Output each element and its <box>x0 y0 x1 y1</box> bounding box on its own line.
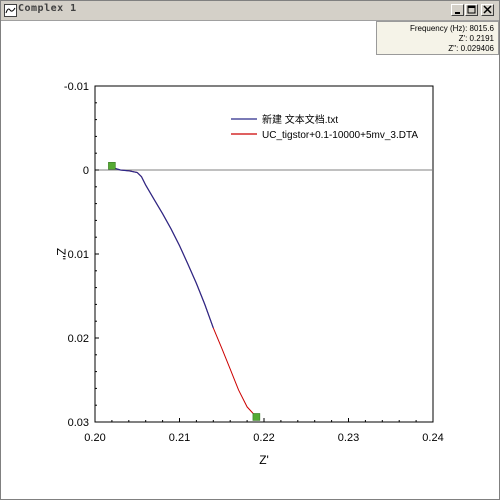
y-tick-label: 0.02 <box>68 333 89 345</box>
x-tick-label: 0.20 <box>84 432 105 444</box>
y-tick-label: 0 <box>83 165 89 177</box>
y-tick-label: 0.03 <box>68 417 89 429</box>
y-axis-label: Z'' <box>54 248 68 260</box>
legend-label-1: 新建 文本文档.txt <box>262 113 338 126</box>
x-axis-label: Z' <box>259 453 269 467</box>
y-tick-label: 0.01 <box>68 249 89 261</box>
x-tick-label: 0.24 <box>422 432 443 444</box>
cursor-marker <box>108 162 116 170</box>
cursor-marker <box>252 413 261 421</box>
x-tick-label: 0.21 <box>169 432 190 444</box>
complex-plot-icon <box>4 4 17 17</box>
y-tick-label: -0.01 <box>64 81 89 93</box>
complex-plot-window: Complex 1 Frequency (Hz): 8015.6 Z': 0.2… <box>0 0 500 500</box>
title-bar[interactable]: Complex 1 <box>1 1 499 21</box>
nyquist-chart[interactable]: 0.20 0.21 0.22 0.23 0.24 -0.01 0 0.01 0.02 0.03 新… <box>1 21 499 499</box>
x-tick-label: 0.22 <box>253 432 274 444</box>
maximize-icon[interactable] <box>465 4 478 16</box>
legend-label-2: UC_tigstor+0.1-10000+5mv_3.DTA <box>262 130 418 141</box>
close-icon[interactable] <box>481 4 494 16</box>
x-tick-label: 0.23 <box>338 432 359 444</box>
minimize-icon[interactable] <box>451 4 464 16</box>
window-title: Complex 1 <box>18 3 77 14</box>
